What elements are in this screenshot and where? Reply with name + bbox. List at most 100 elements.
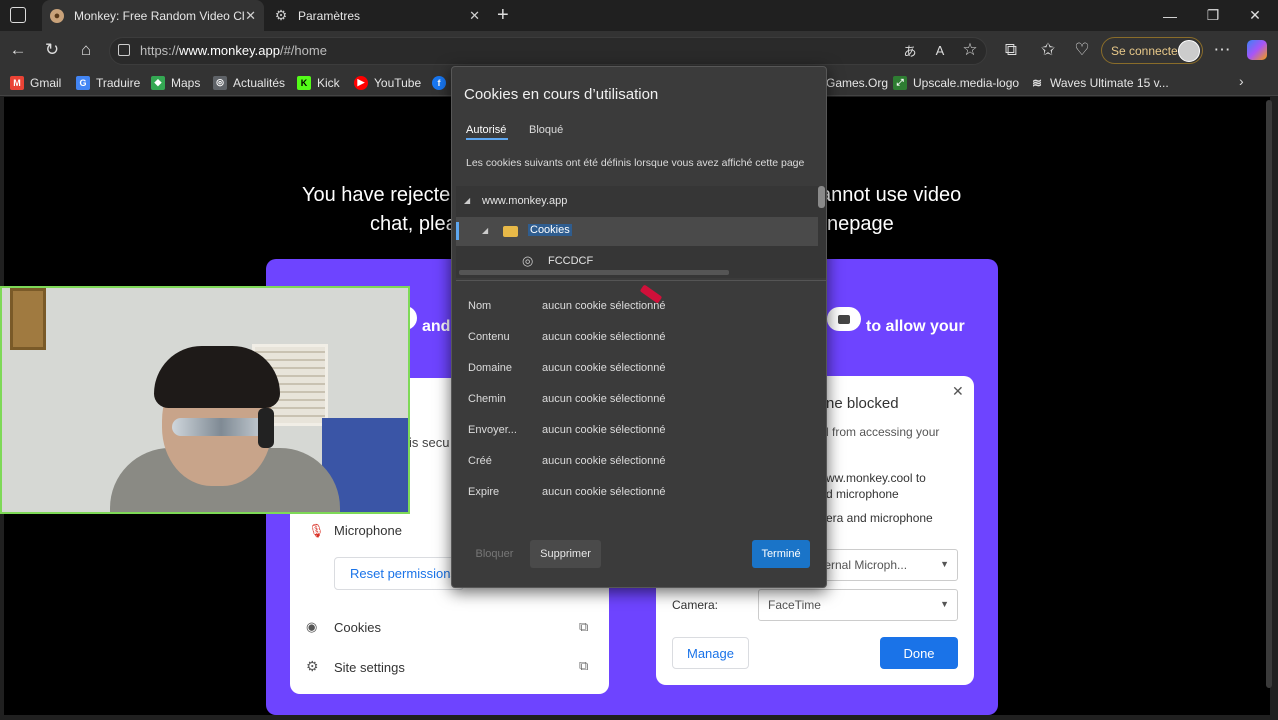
close-tab-icon[interactable]: ✕ — [245, 8, 256, 24]
instruction-text-right: to allow your — [866, 318, 965, 335]
dialog-title: Cookies en cours d’utilisation — [464, 86, 659, 103]
bookmark-gmail[interactable]: M Gmail — [10, 74, 61, 91]
field-value: aucun cookie sélectionné — [542, 331, 666, 343]
tab-title: Paramètres — [298, 8, 361, 23]
more-menu-icon[interactable]: ⋯ — [1212, 40, 1232, 60]
field-value: aucun cookie sélectionné — [542, 393, 666, 405]
new-tab-icon[interactable]: + — [497, 4, 509, 27]
manage-button[interactable]: Manage — [672, 637, 749, 669]
rejected-message-right-2: nepage — [827, 213, 894, 235]
copilot-icon[interactable] — [1247, 40, 1267, 60]
card-close-icon[interactable]: ✕ — [952, 383, 964, 400]
rejected-message-right: annot use video — [820, 184, 962, 206]
kick-icon: K — [297, 75, 311, 90]
page-scrollbar[interactable] — [1266, 100, 1272, 688]
restore-icon[interactable]: ❐ — [1190, 0, 1236, 31]
tree-site[interactable]: www.monkey.app — [482, 195, 567, 207]
expand-arrow-icon[interactable]: ◢ — [464, 196, 470, 205]
external-link-icon[interactable]: ⧉ — [579, 619, 588, 635]
sunglasses — [172, 418, 270, 436]
field-value: aucun cookie sélectionné — [542, 300, 666, 312]
blocked-line-3: era and microphone — [826, 511, 933, 525]
folder-icon — [503, 226, 518, 237]
site-settings-link[interactable]: Site settings — [334, 660, 405, 675]
cookies-link[interactable]: Cookies — [334, 620, 381, 635]
tab-bloque[interactable]: Bloqué — [529, 124, 563, 136]
tree-folder[interactable]: Cookies — [528, 224, 572, 236]
maps-icon: ◆ — [151, 75, 165, 90]
bookmark-youtube[interactable]: ▶ YouTube — [354, 74, 421, 91]
field-label: Créé — [468, 455, 492, 467]
lock-icon[interactable] — [118, 44, 130, 56]
home-icon[interactable]: ⌂ — [76, 40, 96, 60]
microphone-label: Microphone — [334, 523, 402, 538]
blocked-line-1: ww.monkey.cool to — [826, 471, 926, 485]
tab-actions-icon[interactable] — [10, 7, 26, 23]
chevron-right-icon[interactable]: › — [1239, 73, 1244, 89]
sign-in-button[interactable]: Se connecter — [1101, 37, 1203, 64]
reset-permissions-button[interactable]: Reset permissions — [334, 557, 464, 590]
active-tab-underline — [466, 138, 508, 140]
waves-icon: ≋ — [1031, 75, 1043, 90]
news-icon: ◎ — [213, 75, 227, 90]
tab-title: Monkey: Free Random Video Cha — [74, 8, 244, 23]
field-value: aucun cookie sélectionné — [542, 486, 666, 498]
bookmark-maps[interactable]: ◆ Maps — [151, 74, 200, 91]
expand-arrow-icon[interactable]: ◢ — [482, 226, 488, 235]
chevron-down-icon: ▼ — [940, 559, 949, 569]
wall-picture — [10, 288, 46, 350]
webcam-preview — [0, 286, 410, 514]
minimize-icon[interactable]: — — [1147, 0, 1193, 31]
delete-button[interactable]: Supprimer — [530, 540, 601, 568]
bookmark-actualites[interactable]: ◎ Actualités — [213, 74, 285, 91]
facebook-icon: f — [432, 75, 446, 90]
cookie-icon: ◉ — [306, 619, 318, 634]
read-aloud-icon[interactable]: A — [930, 40, 950, 60]
dialog-subtitle: Les cookies suivants ont été définis lor… — [466, 157, 805, 169]
tab-parametres[interactable]: ⚙ Paramètres ✕ — [266, 0, 488, 31]
translate-icon: G — [76, 75, 90, 90]
horizontal-scrollbar[interactable] — [459, 270, 729, 275]
cookies-dialog — [451, 66, 827, 588]
block-button[interactable]: Bloquer — [467, 540, 522, 568]
rejected-message-left-2: chat, plea — [370, 213, 457, 235]
field-label: Envoyer... — [468, 424, 517, 436]
favorites-icon[interactable]: ✩ — [1038, 40, 1058, 60]
url-text: https://www.monkey.app/#/home — [140, 43, 327, 58]
done-dialog-button[interactable]: Terminé — [752, 540, 810, 568]
done-button[interactable]: Done — [880, 637, 958, 669]
selected-row-indicator — [456, 222, 459, 240]
close-window-icon[interactable]: ✕ — [1232, 0, 1278, 31]
field-label: Domaine — [468, 362, 513, 374]
extensions-icon[interactable]: ⧉ — [1001, 40, 1021, 60]
field-value: aucun cookie sélectionné — [542, 424, 666, 436]
tab-monkey[interactable]: ● Monkey: Free Random Video Cha ✕ — [42, 0, 264, 31]
dialog-divider — [456, 280, 826, 281]
close-tab-icon[interactable]: ✕ — [469, 8, 480, 24]
secure-text: is secu — [409, 435, 450, 450]
blocked-line-2: d microphone — [826, 487, 899, 501]
health-icon[interactable]: ♡ — [1072, 40, 1092, 60]
microphone-blocked-icon: 🎙 — [308, 523, 325, 538]
blocked-title: ne blocked — [826, 395, 899, 412]
bookmark-waves[interactable]: ≋ Waves Ultimate 15 v... — [1030, 74, 1169, 91]
translate-icon[interactable]: あ — [900, 40, 920, 60]
bookmark-upscale[interactable]: ⤢ Upscale.media-logo — [893, 74, 1019, 91]
chevron-down-icon: ▼ — [940, 599, 949, 609]
tab-autorise[interactable]: Autorisé — [466, 124, 506, 136]
rejected-message-left: You have rejecte — [302, 184, 451, 206]
back-arrow-icon[interactable]: ← — [8, 40, 28, 60]
refresh-icon[interactable]: ↻ — [42, 40, 62, 60]
external-link-icon[interactable]: ⧉ — [579, 658, 588, 674]
bookmark-games[interactable]: Games.Org — [826, 74, 888, 91]
instruction-text-left: and — [422, 318, 451, 335]
bookmark-kick[interactable]: K Kick — [297, 74, 340, 91]
tree-scrollbar[interactable] — [818, 186, 825, 208]
bookmark-traduire[interactable]: G Traduire — [76, 74, 140, 91]
youtube-icon: ▶ — [354, 75, 368, 90]
camera-select[interactable]: FaceTime ▼ — [758, 589, 958, 621]
settings-gear-icon: ⚙ — [306, 658, 319, 674]
favorite-star-icon[interactable]: ☆ — [960, 40, 980, 60]
bookmark-facebook[interactable]: f — [432, 74, 452, 91]
tree-cookie[interactable]: FCCDCF — [548, 255, 593, 267]
